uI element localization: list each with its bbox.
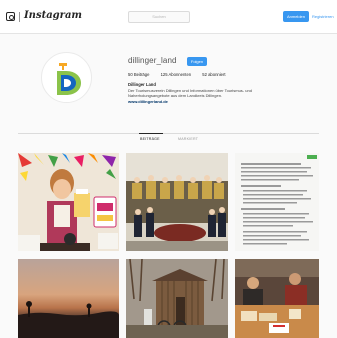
dillinger-land-logo-icon (57, 63, 81, 95)
post-thumbnail[interactable] (18, 153, 119, 251)
festival-poster-image (18, 153, 119, 251)
post-thumbnail[interactable] (235, 259, 319, 338)
logo-divider (19, 12, 20, 22)
camera-icon[interactable] (6, 12, 15, 21)
tab-tagged[interactable]: Markiert (178, 137, 198, 141)
workshop-table-image (235, 259, 319, 338)
post-thumbnail[interactable] (126, 259, 228, 338)
website-link[interactable]: www.dillingerland.de (128, 99, 168, 104)
tab-active-indicator (139, 133, 163, 134)
login-button[interactable]: Anmelden (283, 11, 309, 22)
followers-count[interactable]: 125 Abonnenten (161, 72, 192, 77)
sunset-landscape-image (18, 301, 119, 338)
register-link[interactable]: Registrieren (312, 11, 334, 22)
post-thumbnail[interactable] (126, 153, 228, 251)
hut-exterior-image (126, 259, 228, 338)
avatar[interactable] (41, 52, 92, 103)
post-thumbnail[interactable] (18, 259, 119, 338)
top-navigation-bar: Instagram Suchen Anmelden Registrieren (0, 0, 337, 34)
instagram-logo[interactable]: Instagram (24, 10, 82, 21)
search-input[interactable]: Suchen (128, 11, 190, 23)
post-thumbnail[interactable] (235, 153, 319, 251)
tabs-divider (18, 133, 319, 134)
document-image (235, 153, 319, 251)
following-count[interactable]: 52 abonniert (202, 72, 225, 77)
group-photo-image (126, 153, 228, 251)
follow-button[interactable]: Folgen (187, 57, 207, 66)
profile-username: dillinger_land (128, 56, 177, 65)
tab-posts[interactable]: Beiträge (140, 137, 160, 141)
bio-name: Dillinger Land (128, 82, 156, 87)
profile-stats: 50 Beiträge 125 Abonnenten 52 abonniert (128, 72, 236, 77)
bio-text-line: Naherholungsangebote aus dem Landkreis D… (128, 93, 223, 98)
posts-count: 50 Beiträge (128, 72, 150, 77)
